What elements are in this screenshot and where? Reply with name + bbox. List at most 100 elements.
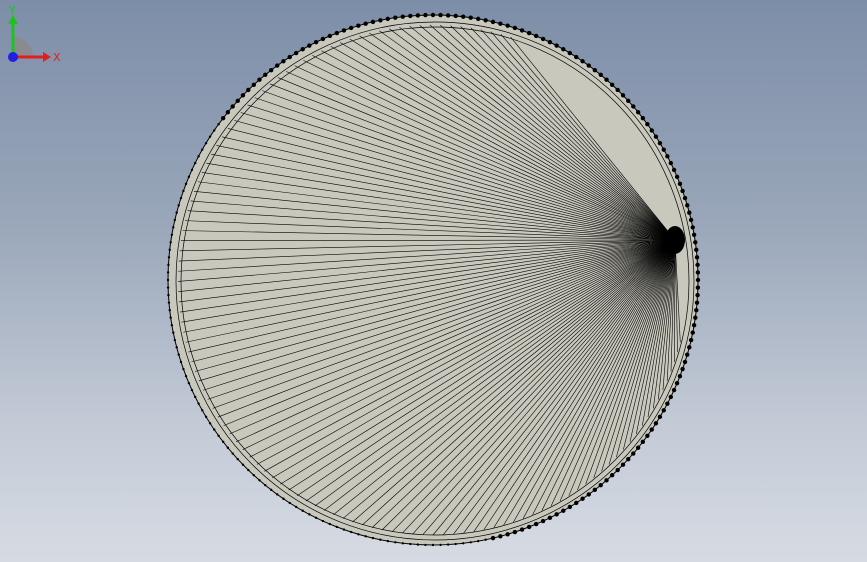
rim-bead <box>653 421 659 426</box>
rim-bead <box>547 515 553 521</box>
rim-bead <box>685 203 690 208</box>
rim-bead <box>505 532 510 537</box>
rim-bead <box>533 521 539 527</box>
rim-bead <box>645 433 650 438</box>
rim-bead <box>348 25 354 31</box>
rim-bead <box>394 541 397 544</box>
rim-bead <box>168 309 171 312</box>
rim-bead <box>671 387 677 393</box>
rim-bead <box>356 23 361 28</box>
rim-bead <box>469 541 472 544</box>
rim-bead <box>378 18 383 23</box>
rim-bead <box>193 395 197 399</box>
rim-bead <box>526 30 532 36</box>
rim-bead <box>275 63 280 68</box>
rim-bead <box>657 140 663 146</box>
y-axis-label: Y <box>8 4 16 17</box>
rim-bead <box>401 542 404 545</box>
rim-bead <box>694 255 700 260</box>
rim-bead <box>604 478 609 483</box>
rim-bead <box>173 218 177 222</box>
rim-bead <box>598 482 603 488</box>
rim-bead <box>674 174 680 180</box>
rim-bead <box>167 256 171 259</box>
rim-bead <box>677 181 683 187</box>
rim-bead <box>201 148 204 151</box>
rim-bead <box>257 77 262 82</box>
rim-bead <box>423 12 428 18</box>
fan-focus-point <box>665 226 685 254</box>
graphics-viewport[interactable]: Y X <box>0 0 867 562</box>
rim-bead <box>561 47 566 52</box>
rim-bead <box>690 225 695 230</box>
rim-bead <box>691 322 697 328</box>
rim-bead <box>169 316 172 319</box>
rim-bead <box>445 13 451 18</box>
rim-bead <box>620 93 626 98</box>
rim-bead <box>580 496 585 501</box>
disc-model[interactable] <box>0 0 867 562</box>
rim-bead <box>263 72 268 78</box>
rim-bead <box>175 211 178 214</box>
rim-bead <box>307 43 312 48</box>
z-axis-dot <box>8 52 18 62</box>
rim-bead <box>167 263 170 267</box>
rim-bead <box>190 168 194 172</box>
axis-triad: Y X <box>8 4 61 64</box>
rim-bead <box>251 82 257 87</box>
rim-bead <box>668 394 674 400</box>
rim-bead <box>586 63 591 68</box>
rim-bead <box>484 538 487 541</box>
rim-bead <box>217 434 220 437</box>
rim-bead <box>408 13 413 19</box>
rim-bead <box>512 25 518 31</box>
rim-bead <box>446 543 450 546</box>
rim-bead <box>554 43 559 48</box>
rim-bead <box>668 160 674 166</box>
rim-bead <box>498 534 503 539</box>
rim-bead <box>586 492 591 497</box>
rim-bead <box>187 175 191 179</box>
rim-bead <box>680 188 685 194</box>
rim-bead <box>609 82 615 87</box>
x-axis-label: X <box>53 51 61 64</box>
rim-bead <box>301 509 304 512</box>
rim-bead <box>519 28 525 33</box>
rim-bead <box>236 457 239 461</box>
rim-bead <box>241 463 245 466</box>
rim-bead <box>609 473 615 478</box>
rim-bead <box>230 104 235 109</box>
rim-bead <box>167 301 171 304</box>
rim-bead <box>574 54 579 60</box>
rim-bead <box>314 516 318 520</box>
rim-bead <box>680 366 685 372</box>
rim-bead <box>349 530 353 534</box>
rim-bead <box>640 115 646 121</box>
rim-bead <box>693 315 698 320</box>
rim-bead <box>363 21 368 26</box>
rim-bead <box>370 19 376 25</box>
rim-bead <box>598 72 603 78</box>
rim-bead <box>252 474 256 477</box>
rim-bead <box>300 47 305 52</box>
rim-bead <box>691 232 697 238</box>
rim-bead <box>282 497 285 500</box>
rim-bead <box>574 500 579 506</box>
rim-bead <box>231 452 234 455</box>
rim-bead <box>631 451 636 456</box>
rim-bead <box>592 487 598 493</box>
rim-bead <box>540 518 546 524</box>
rim-bead <box>674 380 680 386</box>
rim-bead <box>187 381 191 385</box>
rim-bead <box>328 522 332 526</box>
rim-bead <box>166 271 170 274</box>
rim-bead <box>226 446 230 449</box>
rim-bead <box>694 308 699 313</box>
rim-bead <box>649 128 654 133</box>
rim-bead <box>386 539 390 543</box>
rim-bead <box>294 505 298 509</box>
rim-bead <box>682 195 688 201</box>
rim-bead <box>371 536 375 540</box>
rim-bead <box>620 462 626 467</box>
rim-bead <box>179 360 183 364</box>
